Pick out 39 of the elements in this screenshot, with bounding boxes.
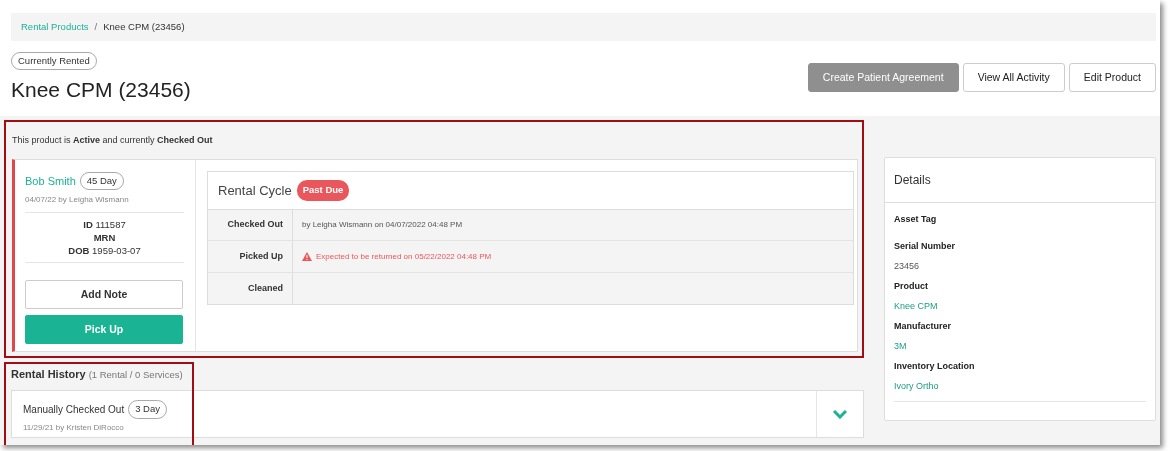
card-title: Details [885,158,1155,204]
action-button[interactable]: Edit Product [1068,63,1156,93]
breadcrumb-separator: / [94,19,98,34]
breadcrumb-link[interactable]: Rental Products [21,19,89,35]
row-label: Picked Up [208,241,293,272]
history-meta: 11/29/21 by Kristen DiRocco [23,421,125,434]
row-text: by Leigha Wismann on 04/07/2022 04:48 PM [302,219,463,232]
page-title: Knee CPM (23456) [11,77,191,103]
row-label: Checked Out [208,209,293,241]
panel-title: Rental Cycle [218,181,292,200]
action-button[interactable]: View All Activity [962,63,1065,93]
status-sentence: This product is Active and currently Checked Out [12,134,214,148]
status-badge: Currently Rented [11,52,97,71]
row-label: Cleaned [208,272,293,305]
pick-up-button[interactable]: Pick Up [25,315,183,345]
field-label: Inventory Location [894,359,976,373]
duration-badge: 3 Day [128,400,167,419]
rental-count: (1 Rental / 0 Services) [88,368,183,380]
field-link[interactable]: Knee CPM [894,296,1146,317]
add-note-button[interactable]: Add Note [25,280,183,310]
field-label: Asset Tag [894,212,938,226]
section-title: Rental History [11,367,86,380]
rental-meta: 04/07/22 by Leigha Wismann [25,194,130,207]
duration-badge: 45 Day [79,171,124,191]
field-value: 23456 [894,259,921,273]
history-title: Manually Checked Out [23,403,125,418]
patient-id-line: MRN [92,231,117,245]
chevron-down-icon[interactable] [833,409,847,419]
renter-link[interactable]: Bob Smith [25,172,76,190]
past-due-badge: Past Due [296,180,350,201]
warning-text: Expected to be returned on 05/22/2022 04:48 PM [316,250,492,263]
field-link[interactable]: 3M [894,336,1146,357]
field-label: Product [894,279,929,293]
field-link[interactable]: Ivory Ortho [894,376,1146,397]
patient-id-line: DOB 1959-03-07 [67,244,142,258]
patient-id-line: ID 111587 [82,218,127,232]
field-label: Serial Number [894,239,957,253]
breadcrumb-current: Knee CPM (23456) [103,19,185,34]
field-label: Manufacturer [894,319,952,333]
